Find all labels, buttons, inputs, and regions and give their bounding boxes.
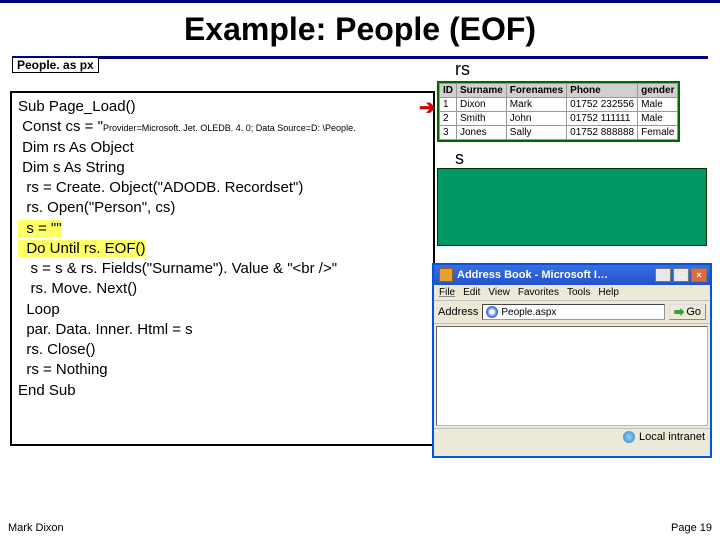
code-line: Const cs = "Provider=Microsoft. Jet. OLE… — [18, 117, 427, 137]
code-line: Dim rs As Object — [18, 138, 427, 158]
rs-variable-label: rs — [455, 59, 470, 80]
menu-help[interactable]: Help — [598, 287, 619, 298]
code-line: Sub Page_Load() — [18, 97, 427, 117]
code-line: Do Until rs. EOF() — [18, 239, 427, 259]
ie-page-icon — [486, 306, 498, 318]
s-value-box — [437, 168, 707, 246]
menu-tools[interactable]: Tools — [567, 287, 590, 298]
table-header-row: ID Surname Forenames Phone gender — [440, 84, 678, 98]
arrow-icon: ➔ — [419, 95, 436, 120]
browser-title-text: Address Book - Microsoft I… — [457, 269, 608, 281]
table-header: Phone — [567, 84, 638, 98]
code-line: rs. Move. Next() — [18, 279, 427, 299]
address-book-icon — [439, 268, 453, 282]
browser-content-area — [436, 326, 708, 426]
table-row: 1 Dixon Mark 01752 232556 Male — [440, 98, 678, 112]
code-line: s = "" — [18, 219, 427, 239]
code-block: Sub Page_Load() Const cs = "Provider=Mic… — [10, 91, 435, 446]
table-header: Surname — [457, 84, 507, 98]
code-line: par. Data. Inner. Html = s — [18, 320, 427, 340]
footer-author: Mark Dixon — [8, 522, 64, 534]
table-header: gender — [638, 84, 678, 98]
minimize-button[interactable]: _ — [655, 268, 671, 282]
code-line: End Sub — [18, 381, 427, 401]
table-header: ID — [440, 84, 457, 98]
table-header: Forenames — [506, 84, 566, 98]
browser-titlebar[interactable]: Address Book - Microsoft I… _ □ × — [434, 265, 710, 285]
code-line: rs. Open("Person", cs) — [18, 198, 427, 218]
code-line: s = s & rs. Fields("Surname"). Value & "… — [18, 259, 427, 279]
address-input[interactable]: People.aspx — [482, 304, 665, 320]
code-line: Dim s As String — [18, 158, 427, 178]
slide: Example: People (EOF) People. as px Sub … — [0, 0, 720, 540]
menu-view[interactable]: View — [488, 287, 510, 298]
go-label: Go — [686, 306, 701, 318]
browser-window: Address Book - Microsoft I… _ □ × File E… — [432, 263, 712, 458]
browser-status-bar: Local intranet — [434, 428, 710, 445]
recordset-table: ID Surname Forenames Phone gender 1 Dixo… — [437, 81, 680, 142]
menu-favorites[interactable]: Favorites — [518, 287, 559, 298]
slide-title: Example: People (EOF) — [12, 11, 708, 48]
code-file-label: People. as px — [12, 57, 99, 73]
table-row: 3 Jones Sally 01752 888888 Female — [440, 126, 678, 140]
table-row: 2 Smith John 01752 111111 Male — [440, 112, 678, 126]
code-line: rs. Close() — [18, 340, 427, 360]
maximize-button[interactable]: □ — [673, 268, 689, 282]
menu-edit[interactable]: Edit — [463, 287, 480, 298]
status-text: Local intranet — [639, 431, 705, 443]
menu-file[interactable]: File — [439, 287, 455, 298]
go-arrow-icon — [674, 307, 684, 317]
footer-page-number: Page 19 — [671, 522, 712, 534]
code-line: rs = Nothing — [18, 360, 427, 380]
address-bar: Address People.aspx Go — [434, 301, 710, 324]
address-value: People.aspx — [501, 307, 556, 318]
go-button[interactable]: Go — [669, 304, 706, 320]
s-variable-label: s — [455, 148, 464, 169]
code-line: Loop — [18, 300, 427, 320]
code-line: rs = Create. Object("ADODB. Recordset") — [18, 178, 427, 198]
title-bar: Example: People (EOF) — [12, 7, 708, 59]
address-label: Address — [438, 306, 478, 318]
close-button[interactable]: × — [691, 268, 707, 282]
intranet-zone-icon — [623, 431, 635, 443]
browser-menu-bar: File Edit View Favorites Tools Help — [434, 285, 710, 301]
